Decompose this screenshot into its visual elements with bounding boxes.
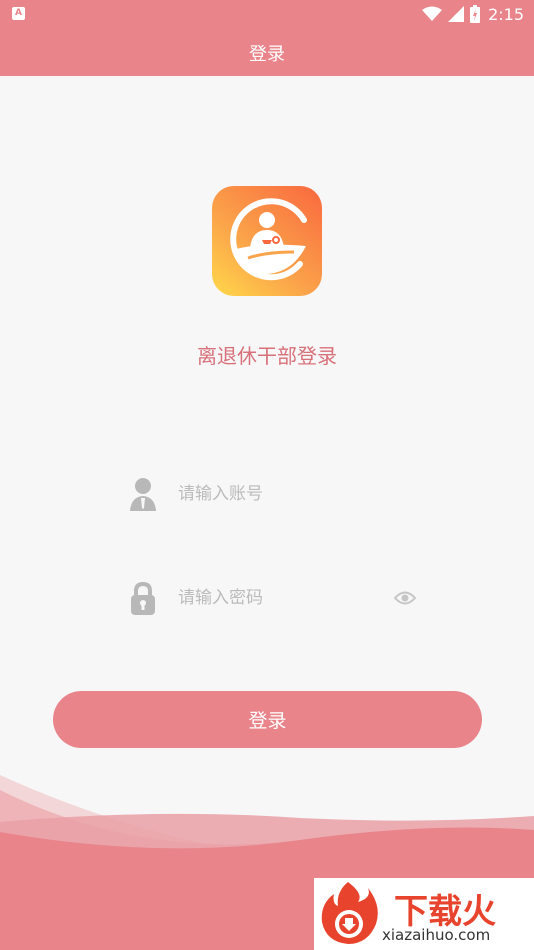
watermark-url: xiazaihuo.com <box>382 926 491 944</box>
lock-icon <box>131 581 155 615</box>
app-bar: 登录 <box>0 28 534 76</box>
login-button[interactable]: 登录 <box>53 691 482 748</box>
watermark: 下载火 xiazaihuo.com <box>314 878 534 950</box>
app-logo <box>212 186 322 296</box>
password-field <box>0 577 534 621</box>
account-input[interactable] <box>178 479 378 509</box>
battery-icon <box>470 5 481 23</box>
user-icon <box>130 478 156 511</box>
account-field <box>0 473 534 517</box>
app-name: 离退休干部登录 <box>197 344 337 368</box>
wifi-icon <box>422 6 443 21</box>
notification-icon: A <box>12 7 25 20</box>
eye-icon[interactable] <box>394 589 416 607</box>
status-bar: A 2:15 <box>0 0 534 28</box>
status-icons: 2:15 <box>422 3 524 25</box>
password-input[interactable] <box>178 583 378 613</box>
status-time: 2:15 <box>488 4 524 24</box>
signal-icon <box>448 6 465 22</box>
party-emblem-logo-icon <box>230 198 307 281</box>
page-title: 登录 <box>249 44 285 65</box>
flame-logo-icon <box>321 882 378 944</box>
